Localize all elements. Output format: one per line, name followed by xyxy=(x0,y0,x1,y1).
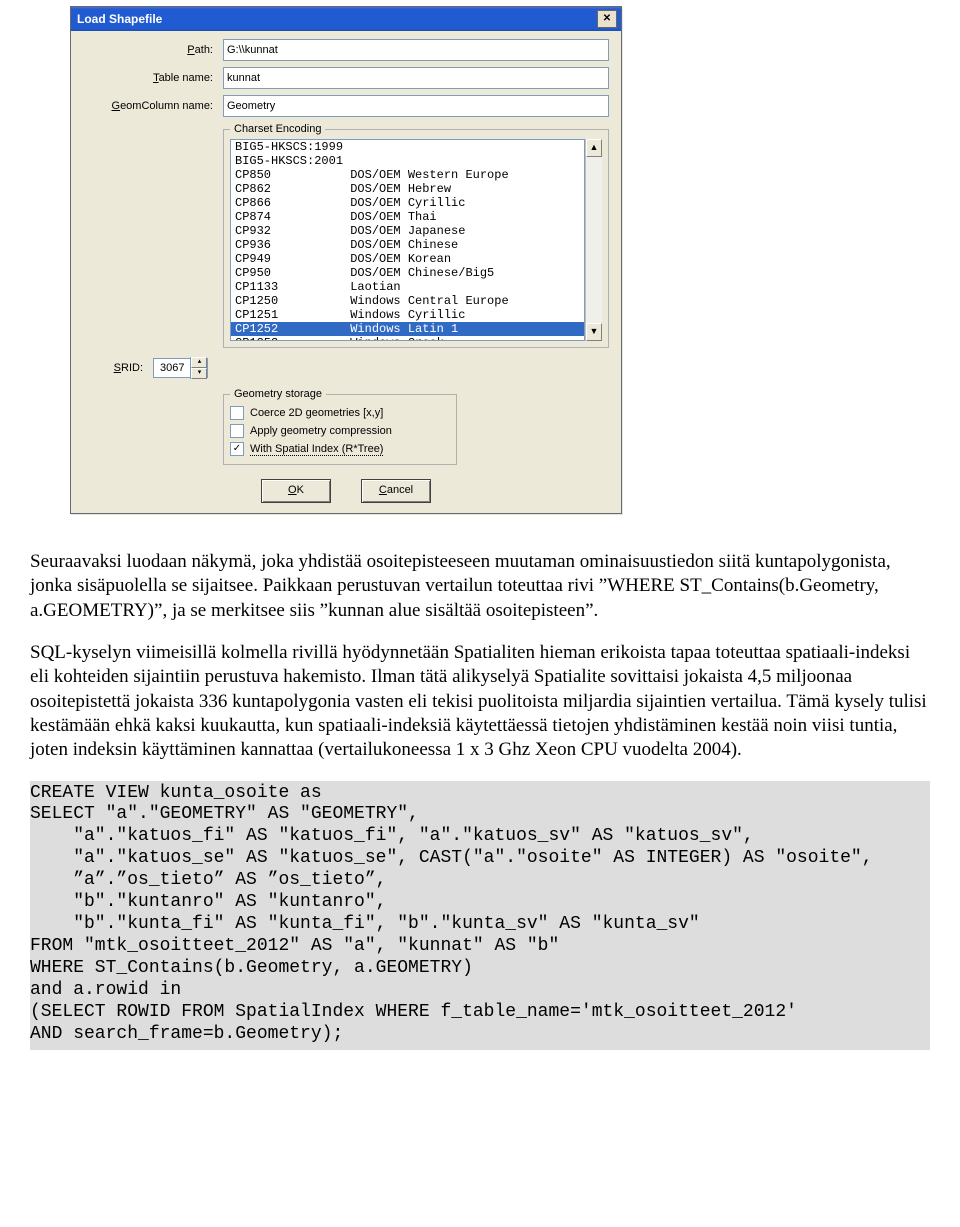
table-input[interactable] xyxy=(223,67,609,89)
charset-item[interactable]: BIG5-HKSCS:2001 xyxy=(231,154,584,168)
checkbox-icon[interactable] xyxy=(230,442,244,456)
srid-label: SRID: xyxy=(83,362,153,374)
srid-value: 3067 xyxy=(154,362,190,374)
charset-group: Charset Encoding BIG5-HKSCS:1999 BIG5-HK… xyxy=(223,123,609,348)
paragraph-1: Seuraavaksi luodaan näkymä, joka yhdistä… xyxy=(30,550,930,623)
charset-item[interactable]: CP1250 Windows Central Europe xyxy=(231,294,584,308)
scroll-down-icon[interactable]: ▼ xyxy=(586,323,602,341)
charset-listbox[interactable]: BIG5-HKSCS:1999 BIG5-HKSCS:2001 CP850 DO… xyxy=(230,139,585,341)
srid-spinner[interactable]: 3067 ▴ ▾ xyxy=(153,358,208,378)
charset-item[interactable]: CP936 DOS/OEM Chinese xyxy=(231,238,584,252)
table-label: Table name: xyxy=(83,72,223,84)
charset-item[interactable]: CP850 DOS/OEM Western Europe xyxy=(231,168,584,182)
path-input[interactable] xyxy=(223,39,609,61)
geomstorage-legend: Geometry storage xyxy=(230,388,326,400)
paragraph-2: SQL-kyselyn viimeisillä kolmella rivillä… xyxy=(30,641,930,763)
charset-item[interactable]: CP874 DOS/OEM Thai xyxy=(231,210,584,224)
load-shapefile-dialog: Load Shapefile ✕ Path: Table name: GeomC… xyxy=(70,6,622,514)
ok-button[interactable]: OK xyxy=(261,479,331,503)
checkbox-icon[interactable] xyxy=(230,424,244,438)
geom-input[interactable] xyxy=(223,95,609,117)
path-label: Path: xyxy=(83,44,223,56)
charset-item[interactable]: CP1133 Laotian xyxy=(231,280,584,294)
rtree-checkbox-row[interactable]: With Spatial Index (R*Tree) xyxy=(230,440,450,458)
checkbox-icon[interactable] xyxy=(230,406,244,420)
charset-item[interactable]: CP950 DOS/OEM Chinese/Big5 xyxy=(231,266,584,280)
close-icon[interactable]: ✕ xyxy=(597,10,617,28)
spin-up-icon[interactable]: ▴ xyxy=(191,357,207,368)
scrollbar[interactable]: ▲ ▼ xyxy=(585,139,602,341)
charset-item[interactable]: CP862 DOS/OEM Hebrew xyxy=(231,182,584,196)
dialog-title: Load Shapefile xyxy=(77,12,162,26)
body-text: Seuraavaksi luodaan näkymä, joka yhdistä… xyxy=(30,550,930,763)
charset-item[interactable]: CP932 DOS/OEM Japanese xyxy=(231,224,584,238)
charset-item[interactable]: CP1251 Windows Cyrillic xyxy=(231,308,584,322)
geom-label: GeomColumn name: xyxy=(83,100,223,112)
cancel-button[interactable]: Cancel xyxy=(361,479,431,503)
coerce-checkbox-row[interactable]: Coerce 2D geometries [x,y] xyxy=(230,404,450,422)
coerce-label: Coerce 2D geometries [x,y] xyxy=(250,407,383,419)
rtree-label: With Spatial Index (R*Tree) xyxy=(250,443,383,456)
charset-item[interactable]: CP1253 Windows Greek xyxy=(231,336,584,341)
sql-code-block: CREATE VIEW kunta_osoite as SELECT "a"."… xyxy=(30,781,930,1050)
compress-label: Apply geometry compression xyxy=(250,425,392,437)
charset-item[interactable]: CP866 DOS/OEM Cyrillic xyxy=(231,196,584,210)
spin-down-icon[interactable]: ▾ xyxy=(191,368,207,379)
geometry-storage-group: Geometry storage Coerce 2D geometries [x… xyxy=(223,388,457,465)
scroll-up-icon[interactable]: ▲ xyxy=(586,139,602,157)
charset-item[interactable]: CP1252 Windows Latin 1 xyxy=(231,322,584,336)
charset-item[interactable]: BIG5-HKSCS:1999 xyxy=(231,140,584,154)
charset-legend: Charset Encoding xyxy=(230,123,325,135)
titlebar[interactable]: Load Shapefile ✕ xyxy=(71,7,621,31)
charset-item[interactable]: CP949 DOS/OEM Korean xyxy=(231,252,584,266)
compress-checkbox-row[interactable]: Apply geometry compression xyxy=(230,422,450,440)
